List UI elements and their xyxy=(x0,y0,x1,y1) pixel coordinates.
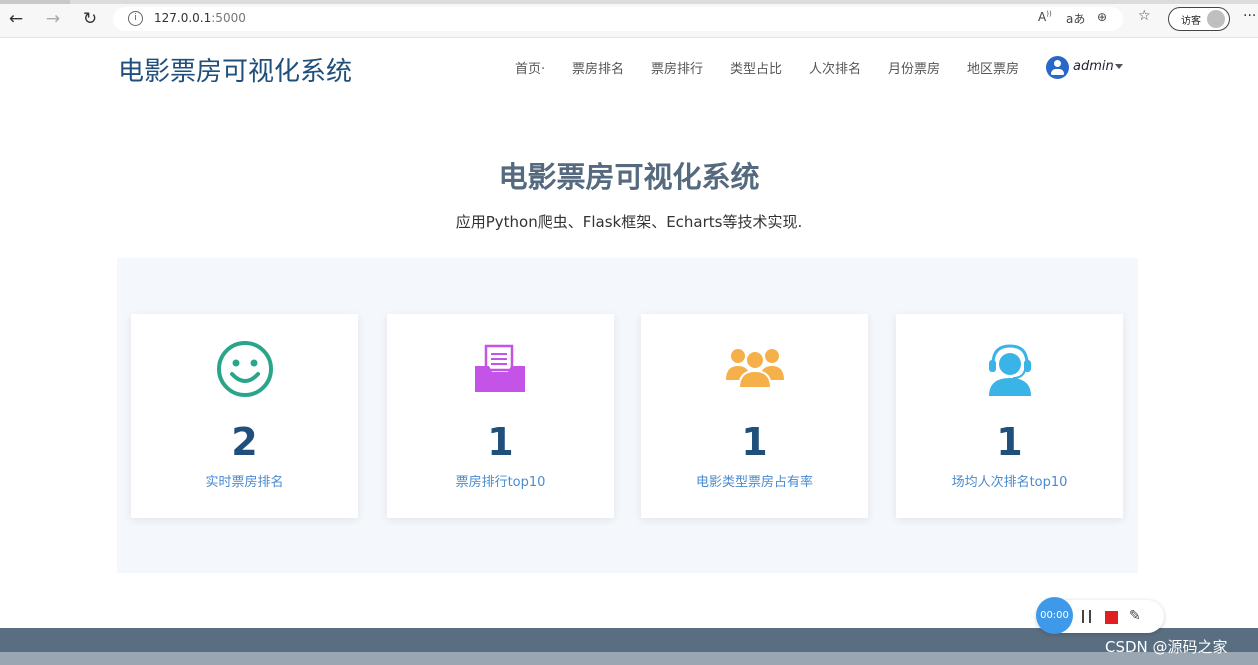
people-group-icon xyxy=(726,349,784,389)
stat-card-boxoffice-top10[interactable]: 1 票房排行top10 xyxy=(387,314,614,518)
stat-card-genre-share[interactable]: 1 电影类型票房占有率 xyxy=(641,314,868,518)
stat-value: 2 xyxy=(231,420,258,464)
url-port: :5000 xyxy=(211,11,246,25)
stat-value: 1 xyxy=(996,420,1023,464)
recorder-widget[interactable]: 00:00 ✎ xyxy=(1036,597,1164,634)
footer-stripe xyxy=(0,652,1258,665)
watermark: CSDN @源码之家 xyxy=(1105,638,1228,656)
nav-boxoffice-rank[interactable]: 票房排名 xyxy=(572,58,624,77)
hero-subtitle: 应用Python爬虫、Flask框架、Echarts等技术实现. xyxy=(455,213,803,231)
user-name: admin xyxy=(1073,59,1114,74)
stat-card-realtime-rank[interactable]: 2 实时票房排名 xyxy=(131,314,358,518)
info-icon[interactable]: i xyxy=(128,11,143,26)
stop-icon[interactable] xyxy=(1105,611,1118,624)
address-bar[interactable]: i 127.0.0.1:5000 xyxy=(113,7,1123,31)
forward-icon[interactable]: → xyxy=(43,9,63,29)
browser-toolbar: ← → ↻ i 127.0.0.1:5000 A)) aあ ⊕ ☆ 访客 ··· xyxy=(0,0,1258,38)
stat-label: 电影类型票房占有率 xyxy=(695,475,813,490)
support-agent-icon xyxy=(989,344,1031,396)
recorder-timer[interactable]: 00:00 xyxy=(1036,597,1073,634)
back-icon[interactable]: ← xyxy=(6,9,26,29)
page-footer xyxy=(0,628,1258,665)
profile-button[interactable]: 访客 xyxy=(1168,7,1230,31)
stat-label: 实时票房排名 xyxy=(205,475,284,490)
tab-strip xyxy=(0,0,1258,4)
stat-value: 1 xyxy=(487,420,514,464)
zoom-icon[interactable]: ⊕ xyxy=(1097,10,1107,24)
nav-genre-share[interactable]: 类型占比 xyxy=(730,58,782,77)
reload-icon[interactable]: ↻ xyxy=(80,9,100,29)
nav-home[interactable]: 首页· xyxy=(515,58,545,77)
smile-icon xyxy=(217,341,273,397)
stat-card-attendance-top10[interactable]: 1 场均人次排名top10 xyxy=(896,314,1123,518)
url-text[interactable]: 127.0.0.1:5000 xyxy=(154,11,246,25)
site-brand[interactable]: 电影票房可视化系统 xyxy=(118,51,352,88)
active-tab[interactable] xyxy=(0,0,70,4)
nav-boxoffice-top[interactable]: 票房排行 xyxy=(651,58,703,77)
inbox-tray-icon xyxy=(475,344,525,392)
more-icon[interactable]: ··· xyxy=(1243,8,1256,24)
avatar-icon xyxy=(1207,10,1225,28)
read-aloud-icon[interactable]: A)) xyxy=(1038,10,1052,24)
nav-attendance-rank[interactable]: 人次排名 xyxy=(809,58,861,77)
guest-label: 访客 xyxy=(1181,16,1201,27)
nav-regional-boxoffice[interactable]: 地区票房 xyxy=(967,58,1019,77)
stat-label: 票房排行top10 xyxy=(455,475,546,490)
favorites-icon[interactable]: ☆ xyxy=(1138,8,1151,24)
nav-monthly-boxoffice[interactable]: 月份票房 xyxy=(888,58,940,77)
pause-icon[interactable] xyxy=(1080,610,1094,624)
stat-value: 1 xyxy=(741,420,768,464)
url-host: 127.0.0.1 xyxy=(154,11,212,25)
pencil-icon[interactable]: ✎ xyxy=(1129,608,1141,624)
translate-icon[interactable]: aあ xyxy=(1066,10,1085,27)
stat-label: 场均人次排名top10 xyxy=(951,475,1068,490)
chevron-down-icon xyxy=(1115,64,1123,69)
hero-title: 电影票房可视化系统 xyxy=(498,162,760,194)
user-icon xyxy=(1046,56,1069,79)
